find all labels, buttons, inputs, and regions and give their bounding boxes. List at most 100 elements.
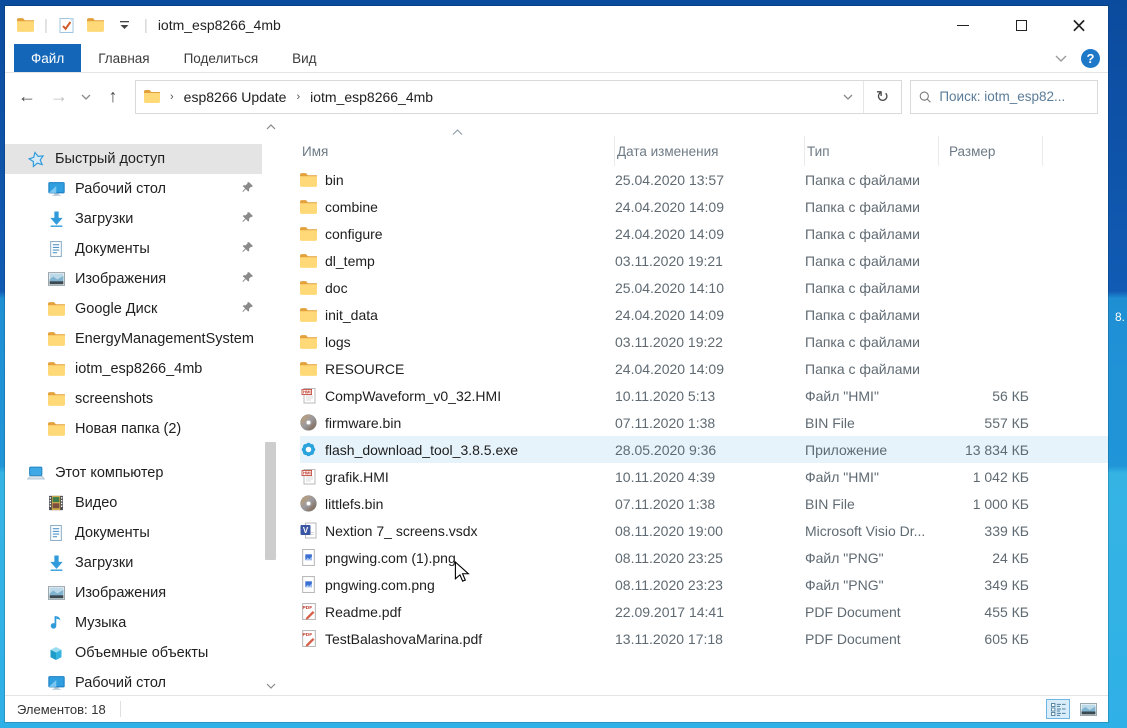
sidebar-item[interactable]: Новая папка (2)	[5, 414, 262, 444]
refresh-button[interactable]: ↻	[863, 81, 901, 113]
file-type: Файл "HMI"	[805, 388, 939, 404]
sidebar-item[interactable]: Рабочий стол	[5, 668, 262, 695]
sidebar-item[interactable]: Этот компьютер	[5, 458, 262, 488]
minimize-button[interactable]	[934, 6, 992, 44]
ribbon-tab-share[interactable]: Поделиться	[167, 44, 276, 72]
new-folder-button[interactable]	[86, 15, 106, 35]
sidebar-scrollbar[interactable]	[262, 120, 280, 695]
window-title: iotm_esp8266_4mb	[158, 17, 281, 33]
breadcrumb[interactable]: › esp8266 Update › iotm_esp8266_4mb	[136, 81, 833, 113]
sidebar-item[interactable]: Объемные объекты	[5, 638, 262, 668]
maximize-icon	[1016, 20, 1027, 31]
file-size: 24 КБ	[939, 550, 1043, 566]
back-button[interactable]: ←	[13, 83, 41, 111]
scroll-up-icon[interactable]	[262, 124, 280, 130]
thumbnail-view-button[interactable]	[1076, 699, 1100, 719]
file-row[interactable]: doc 25.04.2020 14:10 Папка с файлами	[300, 274, 1108, 301]
file-row[interactable]: firmware.bin 07.11.2020 1:38 BIN File 55…	[300, 409, 1108, 436]
up-button[interactable]: ↑	[99, 83, 127, 111]
forward-button[interactable]: →	[45, 83, 73, 111]
search-box[interactable]	[910, 80, 1098, 114]
sidebar-item[interactable]: Музыка	[5, 608, 262, 638]
recent-locations-icon[interactable]	[77, 83, 95, 111]
column-header-name[interactable]: Имя	[300, 136, 615, 166]
file-row[interactable]: logs 03.11.2020 19:22 Папка с файлами	[300, 328, 1108, 355]
navigation-toolbar: ← → ↑ › esp8266 Update › iotm_esp8266_4m…	[5, 73, 1108, 120]
file-row[interactable]: VNextion 7_ screens.vsdx 08.11.2020 19:0…	[300, 517, 1108, 544]
scrollbar-thumb[interactable]	[265, 442, 276, 560]
file-row[interactable]: PDFTestBalashovaMarina.pdf 13.11.2020 17…	[300, 625, 1108, 652]
sidebar-item[interactable]: Быстрый доступ	[5, 144, 262, 174]
close-button[interactable]: ×	[1050, 6, 1108, 44]
file-name: combine	[325, 199, 378, 215]
file-type: Папка с файлами	[805, 199, 939, 215]
details-view-button[interactable]	[1046, 699, 1070, 719]
png-icon	[300, 576, 317, 593]
ribbon-tab-home[interactable]: Главная	[81, 44, 166, 72]
sidebar-item[interactable]: EnergyManagementSystemN	[5, 324, 262, 354]
folder-icon	[300, 198, 317, 215]
file-row[interactable]: HMIgrafik.HMI 10.11.2020 4:39 Файл "HMI"…	[300, 463, 1108, 490]
sidebar-item[interactable]: screenshots	[5, 384, 262, 414]
file-name: logs	[325, 334, 351, 350]
sidebar-item[interactable]: Документы	[5, 518, 262, 548]
file-date: 24.04.2020 14:09	[615, 226, 805, 242]
file-type: Папка с файлами	[805, 334, 939, 350]
qat-separator: |	[44, 17, 48, 34]
file-row[interactable]: HMICompWaveform_v0_32.HMI 10.11.2020 5:1…	[300, 382, 1108, 409]
file-row[interactable]: littlefs.bin 07.11.2020 1:38 BIN File 1 …	[300, 490, 1108, 517]
expand-ribbon-icon[interactable]	[1055, 55, 1067, 62]
sidebar-item-label: screenshots	[75, 391, 254, 407]
file-row[interactable]: PDFReadme.pdf 22.09.2017 14:41 PDF Docum…	[300, 598, 1108, 625]
folder-icon	[300, 171, 317, 188]
sidebar-item[interactable]: Рабочий стол	[5, 174, 262, 204]
file-row[interactable]: flash_download_tool_3.8.5.exe 28.05.2020…	[300, 436, 1108, 463]
file-row[interactable]: configure 24.04.2020 14:09 Папка с файла…	[300, 220, 1108, 247]
music-icon	[47, 615, 65, 631]
ribbon-tab-file[interactable]: Файл	[14, 44, 81, 72]
sidebar-item[interactable]: Загрузки	[5, 548, 262, 578]
file-date: 08.11.2020 23:23	[615, 577, 805, 593]
sidebar-item[interactable]: Google Диск	[5, 294, 262, 324]
sidebar-item[interactable]: Изображения	[5, 578, 262, 608]
sidebar-item[interactable]: Загрузки	[5, 204, 262, 234]
file-row[interactable]: init_data 24.04.2020 14:09 Папка с файла…	[300, 301, 1108, 328]
file-date: 10.11.2020 4:39	[615, 469, 805, 485]
ribbon-tab-view[interactable]: Вид	[275, 44, 333, 72]
customize-quick-access-icon[interactable]	[115, 15, 135, 35]
file-row[interactable]: pngwing.com (1).png 08.11.2020 23:25 Фай…	[300, 544, 1108, 571]
sidebar-item[interactable]: Документы	[5, 234, 262, 264]
breadcrumb-item[interactable]: esp8266 Update	[184, 89, 287, 105]
sidebar-item[interactable]: Видео	[5, 488, 262, 518]
scroll-down-icon[interactable]	[262, 683, 280, 689]
address-bar[interactable]: › esp8266 Update › iotm_esp8266_4mb ↻	[135, 80, 902, 114]
file-type: Папка с файлами	[805, 307, 939, 323]
sidebar-item[interactable]: iotm_esp8266_4mb	[5, 354, 262, 384]
file-name: littlefs.bin	[325, 496, 383, 512]
maximize-button[interactable]	[992, 6, 1050, 44]
help-button[interactable]: ?	[1081, 49, 1100, 68]
column-header-size[interactable]: Размер	[939, 136, 1043, 166]
breadcrumb-item-current[interactable]: iotm_esp8266_4mb	[310, 89, 433, 105]
column-header-type[interactable]: Тип	[805, 136, 939, 166]
file-row[interactable]: bin 25.04.2020 13:57 Папка с файлами	[300, 166, 1108, 193]
properties-button[interactable]	[57, 15, 77, 35]
folder-icon	[300, 225, 317, 242]
file-row[interactable]: pngwing.com.png 08.11.2020 23:23 Файл "P…	[300, 571, 1108, 598]
svg-text:PDF: PDF	[302, 632, 312, 638]
sidebar-item[interactable]: Изображения	[5, 264, 262, 294]
file-type: Папка с файлами	[805, 280, 939, 296]
file-row[interactable]: dl_temp 03.11.2020 19:21 Папка с файлами	[300, 247, 1108, 274]
details-view-icon	[1051, 703, 1066, 716]
file-name: doc	[325, 280, 348, 296]
desktop-icon-label-fragment: 8.	[1115, 310, 1125, 324]
folder-icon	[300, 252, 317, 269]
address-dropdown-icon[interactable]	[833, 81, 863, 113]
folder-icon	[300, 306, 317, 323]
file-row[interactable]: combine 24.04.2020 14:09 Папка с файлами	[300, 193, 1108, 220]
folder-icon	[47, 392, 65, 406]
pin-icon	[241, 211, 254, 228]
search-input[interactable]	[939, 89, 1089, 104]
file-row[interactable]: RESOURCE 24.04.2020 14:09 Папка с файлам…	[300, 355, 1108, 382]
column-header-date[interactable]: Дата изменения	[615, 136, 805, 166]
